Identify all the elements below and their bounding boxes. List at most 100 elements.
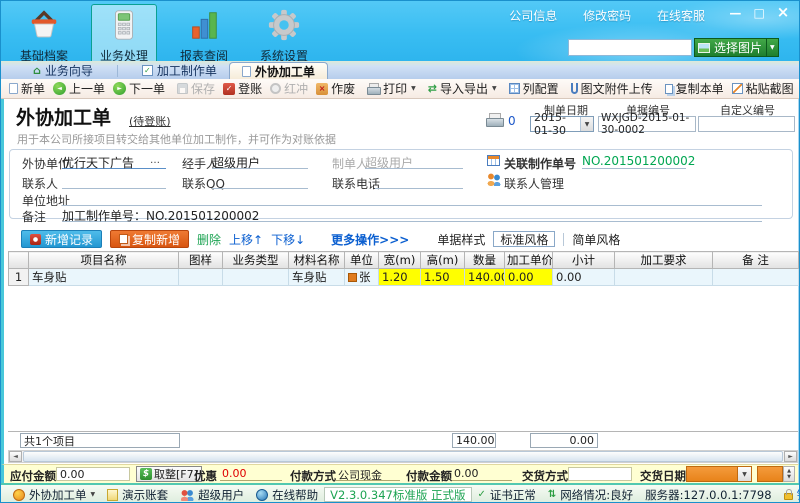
cell-price[interactable]: 0.00: [505, 269, 553, 286]
delivery-date-dropdown[interactable]: ▼: [737, 467, 751, 481]
copy-doc-button[interactable]: 复制本单: [661, 80, 728, 98]
red-flush-button[interactable]: 红冲: [266, 80, 312, 98]
col-unit[interactable]: 单位: [345, 252, 379, 269]
col-drawing[interactable]: 图样: [179, 252, 223, 269]
next-doc-button[interactable]: ►下一单: [109, 80, 169, 98]
save-button[interactable]: 保存: [173, 80, 219, 98]
related-doc-field[interactable]: NO.201501200002: [582, 154, 686, 169]
date-dropdown-arrow[interactable]: ▼: [580, 117, 593, 131]
move-down-link[interactable]: 下移↓: [271, 231, 305, 248]
print-dropdown-arrow[interactable]: ▼: [411, 85, 416, 92]
remark-field[interactable]: 加工制作单号：NO.201501200002: [62, 207, 762, 222]
select-image-button[interactable]: 选择图片 ▼: [694, 38, 779, 57]
close-button[interactable]: ×: [773, 3, 793, 21]
payable-field[interactable]: 0.00: [56, 467, 130, 481]
qq-field[interactable]: [212, 174, 308, 189]
cell-drawing[interactable]: [179, 269, 223, 286]
col-project-name[interactable]: 项目名称: [29, 252, 179, 269]
tab-processing-order[interactable]: ✓ 加工制作单: [130, 62, 229, 79]
add-record-button[interactable]: 新增记录: [21, 230, 102, 248]
delivery-date-combo[interactable]: ▼: [686, 466, 752, 482]
style-standard-button[interactable]: 标准风格: [493, 231, 555, 247]
cell-material[interactable]: 车身贴: [289, 269, 345, 286]
spinner-value[interactable]: [757, 466, 783, 482]
printer-icon[interactable]: [486, 113, 503, 127]
statusbar-doc-type[interactable]: 外协加工单▼: [7, 487, 101, 503]
register-button[interactable]: ✓登账: [219, 80, 266, 98]
spinner-arrows[interactable]: ▲▼: [783, 466, 795, 482]
select-image-dropdown[interactable]: ▼: [766, 39, 778, 56]
col-rownum[interactable]: [9, 252, 29, 269]
delivery-method-field[interactable]: [568, 467, 632, 481]
col-height[interactable]: 高(m): [421, 252, 465, 269]
image-search-input[interactable]: [568, 39, 692, 56]
tab-business-wizard[interactable]: ⌂ 业务向导: [21, 62, 105, 79]
new-doc-button[interactable]: 新单: [5, 80, 49, 98]
copy-add-button[interactable]: 复制新增: [110, 230, 189, 248]
address-field[interactable]: [62, 191, 762, 206]
change-password-link[interactable]: 修改密码: [583, 9, 631, 23]
delivery-time-spinner[interactable]: ▲▼: [757, 466, 795, 482]
online-service-link[interactable]: 在线客服: [657, 9, 705, 23]
phone-field[interactable]: [375, 174, 463, 189]
col-requirement[interactable]: 加工要求: [615, 252, 713, 269]
move-up-link[interactable]: 上移↑: [229, 231, 263, 248]
scroll-left-arrow[interactable]: ◄: [9, 451, 22, 462]
statusbar-user[interactable]: 超级用户: [174, 487, 250, 503]
void-button[interactable]: ×作废: [312, 80, 359, 98]
col-note[interactable]: 备 注: [713, 252, 799, 269]
doc-type-dropdown-arrow[interactable]: ▼: [91, 491, 96, 498]
doc-date-combo[interactable]: 2015-01-30 ▼: [530, 116, 594, 132]
nav-report-view[interactable]: 报表查阅: [171, 4, 237, 68]
nav-business-process[interactable]: 业务处理: [91, 4, 157, 68]
cell-project-name[interactable]: 车身贴: [29, 269, 179, 286]
scrollbar-thumb[interactable]: [23, 451, 783, 462]
contact-field[interactable]: [62, 174, 166, 189]
horizontal-scrollbar[interactable]: ◄ ►: [8, 450, 798, 463]
round-button[interactable]: $取整[F7]: [136, 466, 202, 482]
delete-row-link[interactable]: 删除: [197, 231, 221, 248]
contact-management-link[interactable]: 联系人管理: [504, 175, 564, 192]
col-qty[interactable]: 数量: [465, 252, 505, 269]
cell-qty[interactable]: 140.00: [465, 269, 505, 286]
prev-doc-button[interactable]: ◄上一单: [49, 80, 109, 98]
scroll-right-arrow[interactable]: ►: [784, 451, 797, 462]
maximize-button[interactable]: □: [749, 6, 769, 20]
import-export-dropdown-arrow[interactable]: ▼: [492, 85, 497, 92]
cell-requirement[interactable]: [615, 269, 713, 286]
pending-register-link[interactable]: (待登账): [129, 113, 171, 129]
paste-screenshot-button[interactable]: 粘贴截图: [728, 80, 798, 98]
cell-unit[interactable]: 张: [345, 269, 379, 286]
discount-field[interactable]: 0.00: [220, 467, 282, 481]
print-button[interactable]: 打印▼: [363, 80, 420, 98]
cell-biz-type[interactable]: [223, 269, 289, 286]
pay-amount-field[interactable]: 0.00: [452, 467, 512, 481]
tab-outsourced-order[interactable]: 外协加工单: [229, 62, 328, 79]
company-info-link[interactable]: 公司信息: [509, 9, 557, 23]
lock-screen-button[interactable]: 锁 屏: [778, 487, 800, 503]
custom-number-field[interactable]: [698, 116, 795, 132]
vendor-picker-button[interactable]: …: [150, 155, 160, 166]
col-price[interactable]: 加工单价: [505, 252, 553, 269]
col-width[interactable]: 宽(m): [379, 252, 421, 269]
table-row[interactable]: 1 车身贴 车身贴 张 1.20 1.50 140.00 0.00 0.00: [9, 269, 799, 286]
nav-basic-archive[interactable]: 基础档案: [11, 4, 77, 68]
statusbar-account[interactable]: 演示账套: [101, 487, 174, 503]
cell-height[interactable]: 1.50: [421, 269, 465, 286]
doc-number-field[interactable]: WXJGD-2015-01-30-0002: [598, 116, 696, 132]
nav-system-settings[interactable]: 系统设置: [251, 4, 317, 68]
column-config-button[interactable]: 列配置: [505, 80, 563, 98]
cell-width[interactable]: 1.20: [379, 269, 421, 286]
more-actions-link[interactable]: 更多操作>>>: [331, 231, 409, 248]
col-biz-type[interactable]: 业务类型: [223, 252, 289, 269]
col-material[interactable]: 材料名称: [289, 252, 345, 269]
attachment-upload-button[interactable]: 图文附件上传: [567, 80, 657, 98]
minimize-button[interactable]: —: [725, 6, 745, 20]
col-subtotal[interactable]: 小计: [553, 252, 615, 269]
statusbar-help[interactable]: 在线帮助: [250, 487, 324, 503]
handler-field[interactable]: 超级用户: [212, 154, 308, 169]
style-simple-button[interactable]: 简单风格: [572, 231, 620, 248]
import-export-button[interactable]: ⇄导入导出▼: [424, 80, 501, 98]
cell-note[interactable]: [713, 269, 799, 286]
pay-method-field[interactable]: 公司现金: [336, 467, 400, 481]
